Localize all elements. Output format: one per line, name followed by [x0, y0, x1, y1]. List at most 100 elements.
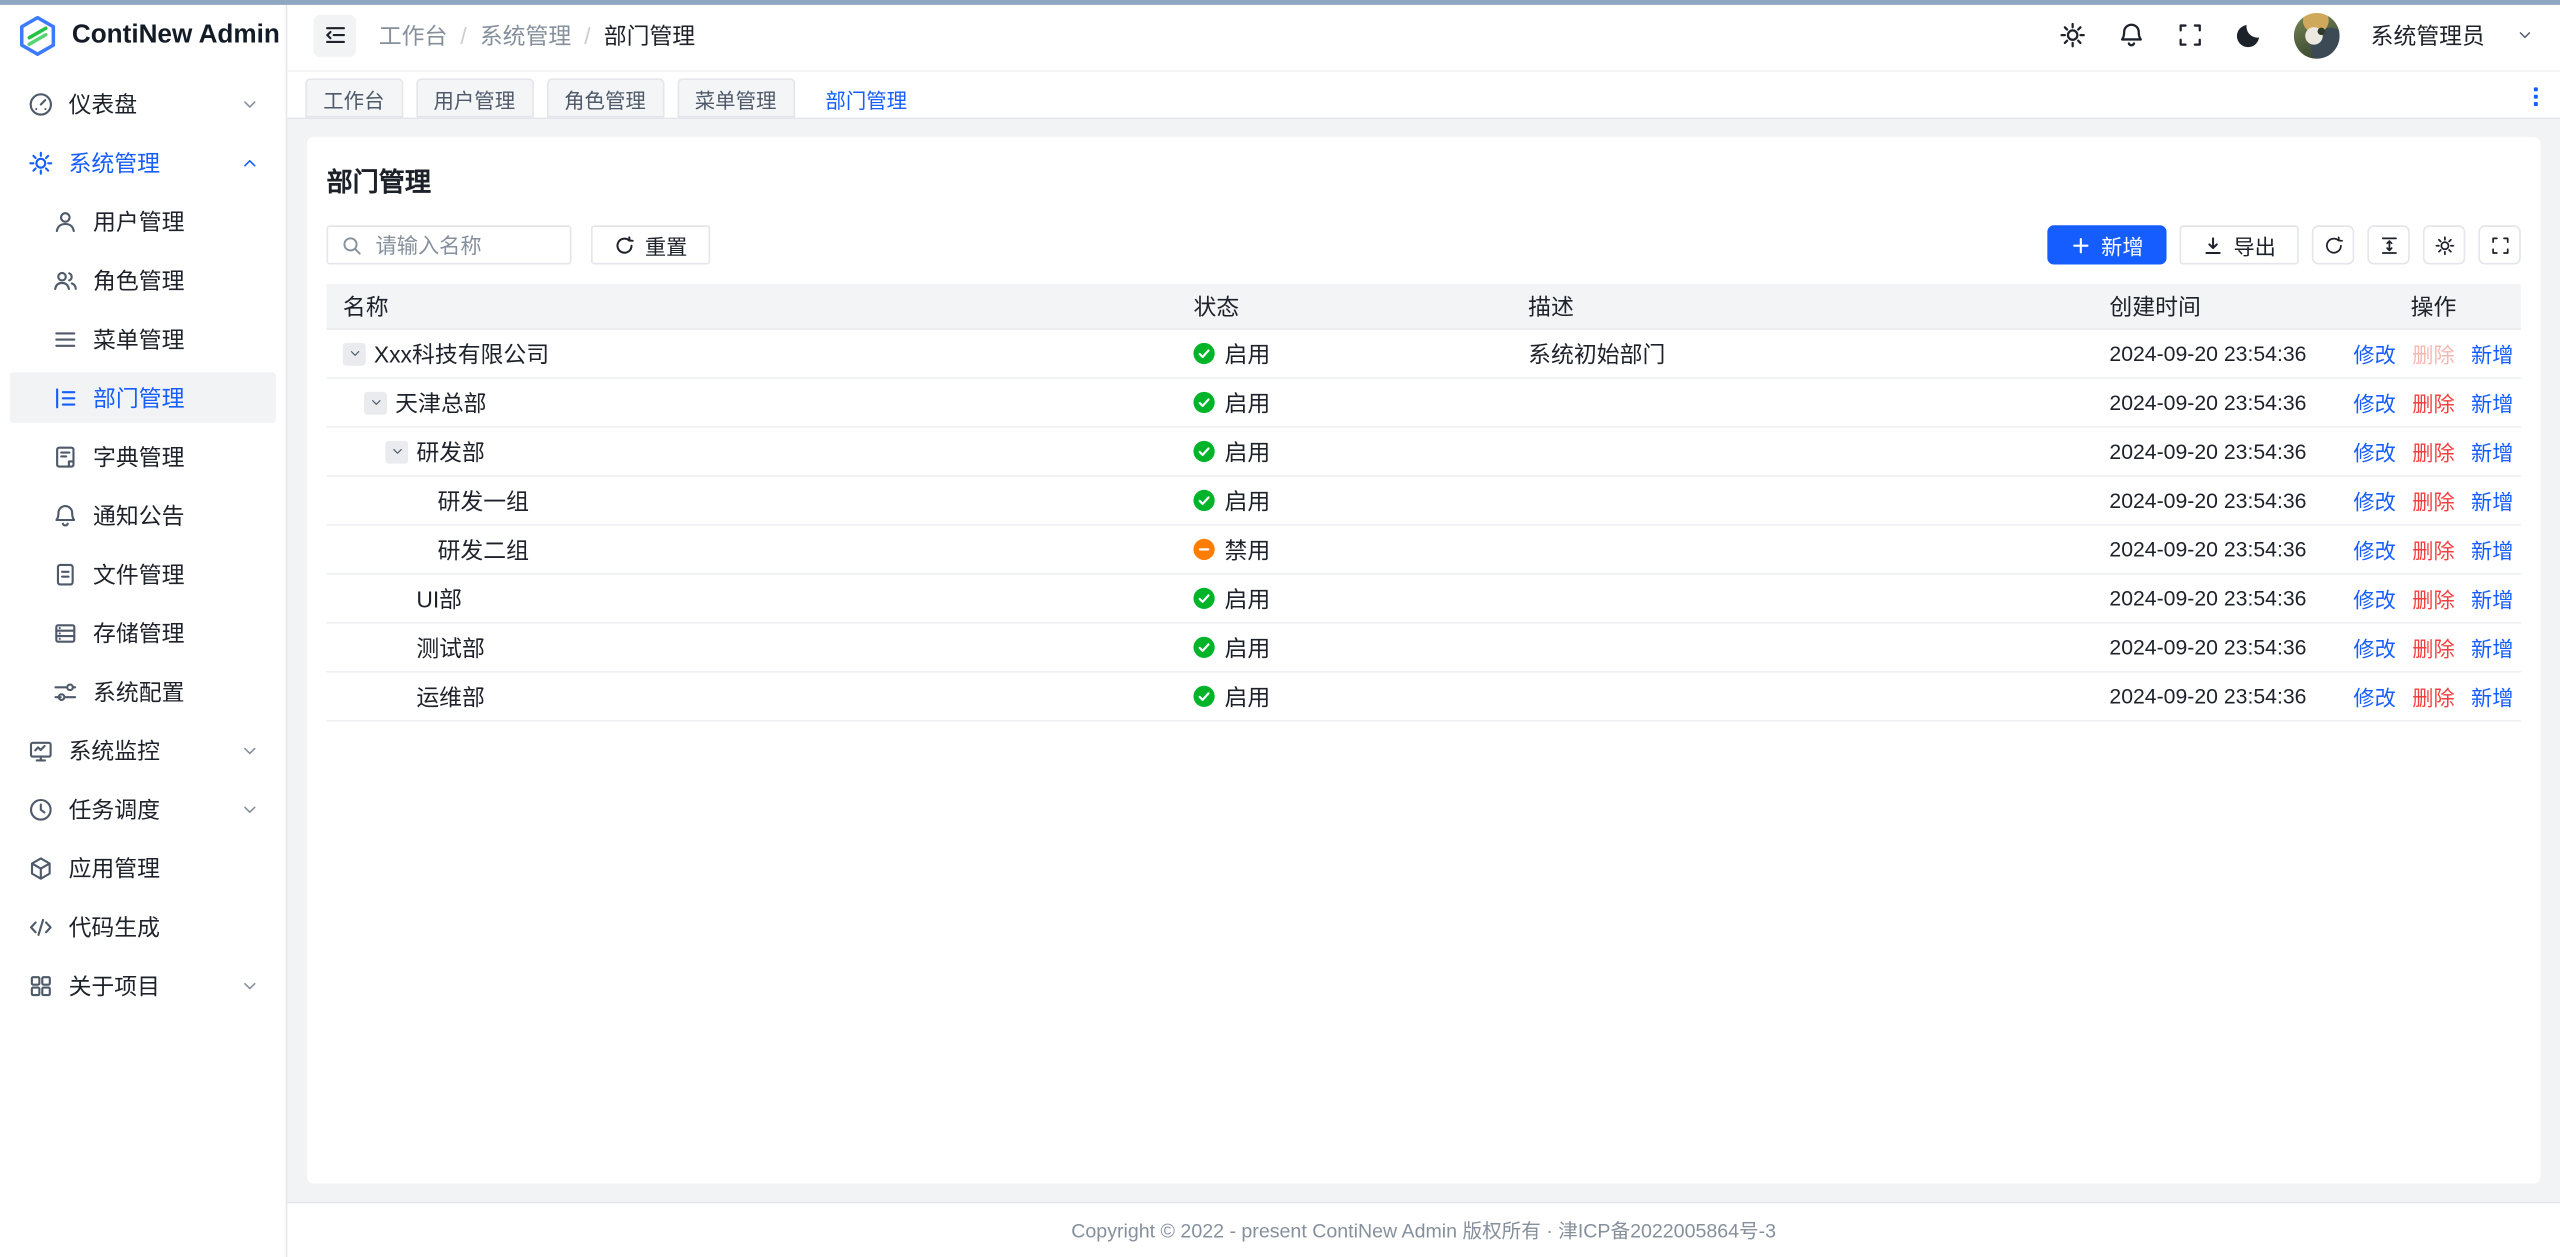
- table-fullscreen-button[interactable]: [2478, 225, 2520, 264]
- add-link[interactable]: 新增: [2471, 387, 2513, 418]
- row-expander[interactable]: [343, 342, 366, 365]
- edit-link[interactable]: 修改: [2353, 387, 2395, 418]
- add-link[interactable]: 新增: [2471, 632, 2513, 663]
- department-name: UI部: [416, 582, 462, 615]
- sidebar-item-about-project[interactable]: 关于项目: [10, 960, 276, 1011]
- status-enabled-icon: [1193, 637, 1214, 658]
- edit-link[interactable]: 修改: [2353, 485, 2395, 516]
- sidebar-item-dict-management[interactable]: 字典管理: [10, 431, 276, 482]
- add-link[interactable]: 新增: [2471, 338, 2513, 369]
- sidebar-item-system-management[interactable]: 系统管理: [10, 137, 276, 188]
- tab-role-management[interactable]: 角色管理: [546, 78, 664, 117]
- settings-button[interactable]: [2059, 21, 2087, 49]
- name-cell: 测试部: [327, 631, 1194, 664]
- sidebar-item-system-monitor[interactable]: 系统监控: [10, 725, 276, 776]
- add-link[interactable]: 新增: [2471, 534, 2513, 565]
- theme-button[interactable]: [2235, 21, 2263, 49]
- edit-link[interactable]: 修改: [2353, 681, 2395, 712]
- sidebar-item-label: 通知公告: [93, 499, 260, 532]
- sidebar-item-task-schedule[interactable]: 任务调度: [10, 784, 276, 835]
- sidebar: ContiNew Admin 仪表盘系统管理用户管理角色管理菜单管理部门管理字典…: [0, 0, 287, 1257]
- menu-lines-icon: [52, 326, 78, 352]
- table-row: Xxx科技有限公司启用系统初始部门2024-09-20 23:54:36修改删除…: [327, 330, 2521, 379]
- tab-workbench[interactable]: 工作台: [305, 78, 402, 117]
- add-link[interactable]: 新增: [2471, 436, 2513, 467]
- tab-department-management[interactable]: 部门管理: [807, 78, 925, 117]
- add-link[interactable]: 新增: [2471, 485, 2513, 516]
- chevron-down-icon: [240, 740, 260, 760]
- table-row: UI部启用2024-09-20 23:54:36修改删除新增: [327, 575, 2521, 624]
- add-link[interactable]: 新增: [2471, 583, 2513, 614]
- sidebar-item-role-management[interactable]: 角色管理: [10, 255, 276, 306]
- delete-link[interactable]: 删除: [2412, 681, 2454, 712]
- page-title: 部门管理: [327, 160, 2521, 199]
- user-name[interactable]: 系统管理员: [2371, 19, 2485, 52]
- footer: Copyright © 2022 - present ContiNew Admi…: [287, 1202, 2560, 1257]
- name-cell: Xxx科技有限公司: [327, 337, 1194, 370]
- collapse-sidebar-button[interactable]: [313, 14, 355, 56]
- sidebar-item-label: 系统配置: [93, 675, 260, 708]
- tree-indent: [343, 598, 385, 600]
- dashboard-icon: [28, 91, 54, 117]
- add-link[interactable]: 新增: [2471, 681, 2513, 712]
- sidebar-item-system-config[interactable]: 系统配置: [10, 666, 276, 717]
- sidebar-item-label: 应用管理: [69, 851, 260, 884]
- sidebar-item-storage-management[interactable]: 存储管理: [10, 607, 276, 658]
- breadcrumb-item[interactable]: 系统管理: [480, 19, 571, 52]
- ops-cell: 修改删除新增: [2346, 338, 2521, 369]
- department-name: 测试部: [416, 631, 485, 664]
- edit-link[interactable]: 修改: [2353, 583, 2395, 614]
- code-icon: [28, 913, 54, 939]
- edit-link[interactable]: 修改: [2353, 632, 2395, 663]
- delete-link[interactable]: 删除: [2412, 485, 2454, 516]
- delete-link[interactable]: 删除: [2412, 387, 2454, 418]
- tab-menu-management[interactable]: 菜单管理: [677, 78, 795, 117]
- table-row: 测试部启用2024-09-20 23:54:36修改删除新增: [327, 624, 2521, 673]
- notification-button[interactable]: [2118, 21, 2146, 49]
- chevron-down-icon: [240, 799, 260, 819]
- logo[interactable]: ContiNew Admin: [0, 0, 286, 72]
- user-avatar[interactable]: [2294, 12, 2340, 58]
- tab-more-button[interactable]: [2522, 83, 2548, 109]
- sidebar-item-code-generation[interactable]: 代码生成: [10, 901, 276, 952]
- sidebar-item-department-management[interactable]: 部门管理: [10, 372, 276, 423]
- sidebar-item-app-management[interactable]: 应用管理: [10, 842, 276, 893]
- reset-refresh-icon: [614, 234, 635, 255]
- row-expander[interactable]: [364, 391, 387, 414]
- name-cell: 研发二组: [327, 533, 1194, 566]
- add-button[interactable]: 新增: [2047, 225, 2166, 264]
- sidebar-item-notice[interactable]: 通知公告: [10, 490, 276, 541]
- sliders-icon: [52, 678, 78, 704]
- search-input[interactable]: [372, 231, 556, 259]
- tab-user-management[interactable]: 用户管理: [416, 78, 534, 117]
- sidebar-item-label: 仪表盘: [69, 87, 240, 120]
- breadcrumb-item: 部门管理: [604, 19, 695, 52]
- delete-link[interactable]: 删除: [2412, 534, 2454, 565]
- reset-button[interactable]: 重置: [591, 225, 710, 264]
- sidebar-item-file-management[interactable]: 文件管理: [10, 549, 276, 600]
- delete-link[interactable]: 删除: [2412, 632, 2454, 663]
- delete-link[interactable]: 删除: [2412, 436, 2454, 467]
- name-cell: 研发一组: [327, 484, 1194, 517]
- status-disabled-icon: [1193, 539, 1214, 560]
- edit-link[interactable]: 修改: [2353, 534, 2395, 565]
- breadcrumb-item[interactable]: 工作台: [379, 19, 448, 52]
- fullscreen-button[interactable]: [2176, 21, 2204, 49]
- bell-icon: [2118, 21, 2146, 49]
- row-expander[interactable]: [385, 440, 408, 463]
- refresh-button[interactable]: [2312, 225, 2354, 264]
- edit-link[interactable]: 修改: [2353, 436, 2395, 467]
- edit-link[interactable]: 修改: [2353, 338, 2395, 369]
- delete-link[interactable]: 删除: [2412, 583, 2454, 614]
- sidebar-item-dashboard[interactable]: 仪表盘: [10, 78, 276, 129]
- status-cell: 启用: [1193, 680, 1528, 713]
- created-time-cell: 2024-09-20 23:54:36: [2109, 684, 2346, 708]
- row-height-button[interactable]: [2367, 225, 2409, 264]
- sidebar-item-user-management[interactable]: 用户管理: [10, 196, 276, 247]
- sidebar-item-label: 关于项目: [69, 969, 240, 1002]
- sidebar-item-menu-management[interactable]: 菜单管理: [10, 313, 276, 364]
- column-header-desc: 描述: [1528, 290, 2109, 323]
- moon-icon: [2235, 21, 2263, 49]
- column-settings-button[interactable]: [2423, 225, 2465, 264]
- export-button[interactable]: 导出: [2180, 225, 2299, 264]
